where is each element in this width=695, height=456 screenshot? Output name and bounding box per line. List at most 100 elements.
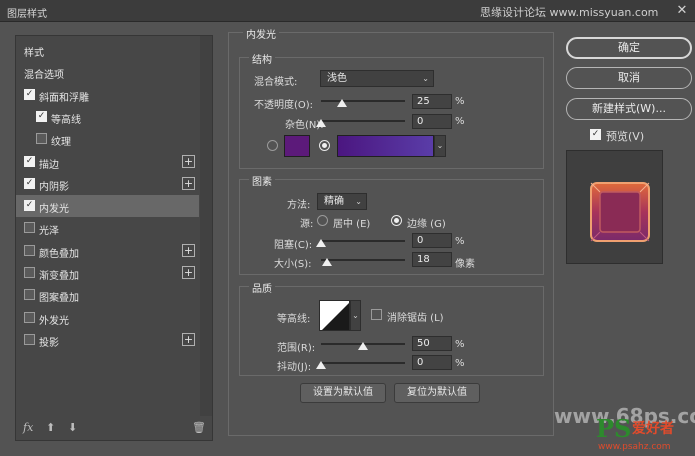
glow-gradient-swatch[interactable] [337, 135, 434, 157]
noise-slider-track[interactable] [321, 120, 405, 122]
add-style-icon[interactable]: + [182, 243, 195, 257]
preview-checkbox[interactable]: ✓ [590, 129, 601, 140]
noise-slider-thumb[interactable] [316, 119, 326, 127]
blend-mode-label: 混合模式: [254, 77, 298, 88]
style-item-label: 渐变叠加 [39, 271, 79, 282]
gradient-radio[interactable] [319, 140, 330, 151]
style-checkbox[interactable]: ✓ [24, 200, 35, 212]
style-item-label: 光泽 [39, 226, 59, 238]
ps-logo-cn: 爱好者 [632, 421, 674, 437]
range-slider-thumb[interactable] [358, 342, 368, 350]
choke-slider-track[interactable] [321, 240, 405, 242]
style-item-label: 外发光 [39, 315, 69, 327]
close-icon[interactable]: ✕ [674, 3, 690, 19]
contour-chevron-down-icon[interactable]: ⌄ [350, 300, 361, 331]
source-center-label[interactable]: 居中 (E) [333, 215, 370, 230]
ps-logo: PS 爱好者 www.psahz.com [596, 414, 692, 454]
style-item-9[interactable]: 颜色叠加 + [16, 240, 199, 262]
style-checkbox[interactable] [24, 311, 35, 323]
style-item-5[interactable]: ✓ 描边 + [16, 151, 199, 173]
size-slider-thumb[interactable] [321, 258, 332, 266]
opacity-slider-track[interactable] [321, 100, 405, 102]
style-checkbox[interactable] [24, 244, 35, 256]
style-item-2[interactable]: ✓ 斜面和浮雕 [16, 84, 199, 106]
make-default-button[interactable]: 设置为默认值 [300, 383, 386, 403]
method-label: 方法: [287, 200, 311, 211]
move-down-icon[interactable]: ⬇ [68, 421, 77, 434]
choke-label: 阻塞(C): [274, 240, 313, 251]
style-item-label: 等高线 [51, 114, 81, 126]
style-checkbox[interactable]: ✓ [24, 177, 35, 189]
trash-icon[interactable]: 🗑 [192, 421, 206, 434]
style-item-3[interactable]: ✓ 等高线 [16, 106, 199, 128]
ok-button[interactable]: 确定 [566, 37, 692, 59]
style-item-8[interactable]: 光泽 [16, 217, 199, 239]
style-checkbox[interactable]: ✓ [24, 88, 35, 100]
style-checkbox[interactable]: ✓ [24, 155, 35, 167]
jitter-input[interactable]: 0 [412, 355, 452, 370]
method-select[interactable]: 精确 ⌄ [317, 193, 367, 210]
fx-icon[interactable]: fx [23, 421, 33, 434]
preview-label: 预览(V) [606, 130, 645, 143]
style-item-label: 描边 [39, 159, 59, 171]
style-item-12[interactable]: 外发光 [16, 307, 199, 329]
style-preview [566, 150, 663, 264]
antialias-label[interactable]: 消除锯齿 (L) [387, 309, 444, 324]
source-edge-radio[interactable] [391, 215, 402, 226]
styles-list-panel: fx ⬆ ⬇ 🗑 样式 混合选项 ✓ 斜面和浮雕 ✓ 等高线 纹理 ✓ 描边 + ✓ 内阴影 + ✓ 内发光… [15, 35, 213, 441]
style-item-6[interactable]: ✓ 内阴影 + [16, 173, 199, 195]
style-item-11[interactable]: 图案叠加 [16, 284, 199, 306]
title-bar: 图层样式 思缘设计论坛 www.missyuan.com ✕ [0, 0, 695, 22]
range-input[interactable]: 50 [412, 336, 452, 351]
choke-input[interactable]: 0 [412, 233, 452, 248]
contour-preview[interactable] [319, 300, 350, 331]
style-checkbox[interactable] [36, 133, 47, 145]
add-style-icon[interactable]: + [182, 266, 195, 279]
style-item-label: 颜色叠加 [39, 248, 79, 260]
style-checkbox[interactable] [24, 222, 35, 234]
style-item-10[interactable]: 渐变叠加 + [16, 262, 199, 284]
choke-slider-thumb[interactable] [316, 239, 326, 247]
source-edge-label[interactable]: 边缘 (G) [407, 215, 446, 230]
style-item-label: 内阴影 [39, 181, 69, 193]
cancel-button[interactable]: 取消 [566, 67, 692, 89]
inner-glow-panel: 内发光 结构 混合模式: 浅色 ⌄ 不透明度(O): 25 % 杂色(N): 0… [228, 26, 554, 436]
style-item-4[interactable]: 纹理 [16, 128, 199, 150]
solid-color-radio[interactable] [267, 140, 278, 151]
opacity-unit: % [455, 96, 465, 107]
jitter-slider-thumb[interactable] [316, 361, 326, 369]
style-item-1[interactable]: 混合选项 [16, 61, 199, 83]
size-input[interactable]: 18 [412, 252, 452, 267]
blend-mode-select[interactable]: 浅色 ⌄ [320, 70, 434, 87]
antialias-checkbox[interactable] [371, 309, 382, 320]
move-up-icon[interactable]: ⬆ [46, 421, 55, 434]
range-label: 范围(R): [277, 343, 316, 354]
style-item-0[interactable]: 样式 [16, 39, 199, 61]
opacity-slider-thumb[interactable] [337, 99, 347, 107]
add-style-icon[interactable]: + [182, 332, 195, 346]
preview-thumbnail [590, 182, 650, 242]
jitter-slider-track[interactable] [321, 362, 405, 364]
new-style-button[interactable]: 新建样式(W)... [566, 98, 692, 120]
style-checkbox[interactable] [24, 289, 35, 301]
gradient-chevron-down-icon[interactable]: ⌄ [434, 135, 446, 157]
style-checkbox[interactable]: ✓ [36, 110, 47, 122]
glow-color-swatch[interactable] [284, 135, 310, 157]
reset-default-button[interactable]: 复位为默认值 [394, 383, 480, 403]
opacity-input[interactable]: 25 [412, 94, 452, 109]
style-checkbox[interactable] [24, 267, 35, 278]
style-checkbox[interactable] [24, 333, 35, 345]
style-item-label: 内发光 [39, 204, 69, 216]
site-watermark-top: 思缘设计论坛 www.missyuan.com [480, 6, 659, 19]
noise-input[interactable]: 0 [412, 114, 452, 129]
styles-scrollbar[interactable] [200, 36, 212, 416]
add-style-icon[interactable]: + [182, 154, 195, 168]
dialog-title: 图层样式 [7, 9, 47, 20]
source-center-radio[interactable] [317, 215, 328, 226]
style-item-7[interactable]: ✓ 内发光 [16, 195, 199, 218]
style-item-13[interactable]: 投影 + [16, 329, 199, 351]
contour-linear-icon [322, 303, 349, 330]
add-style-icon[interactable]: + [182, 176, 195, 190]
size-slider-track[interactable] [321, 259, 405, 261]
style-item-label: 投影 [39, 337, 59, 349]
